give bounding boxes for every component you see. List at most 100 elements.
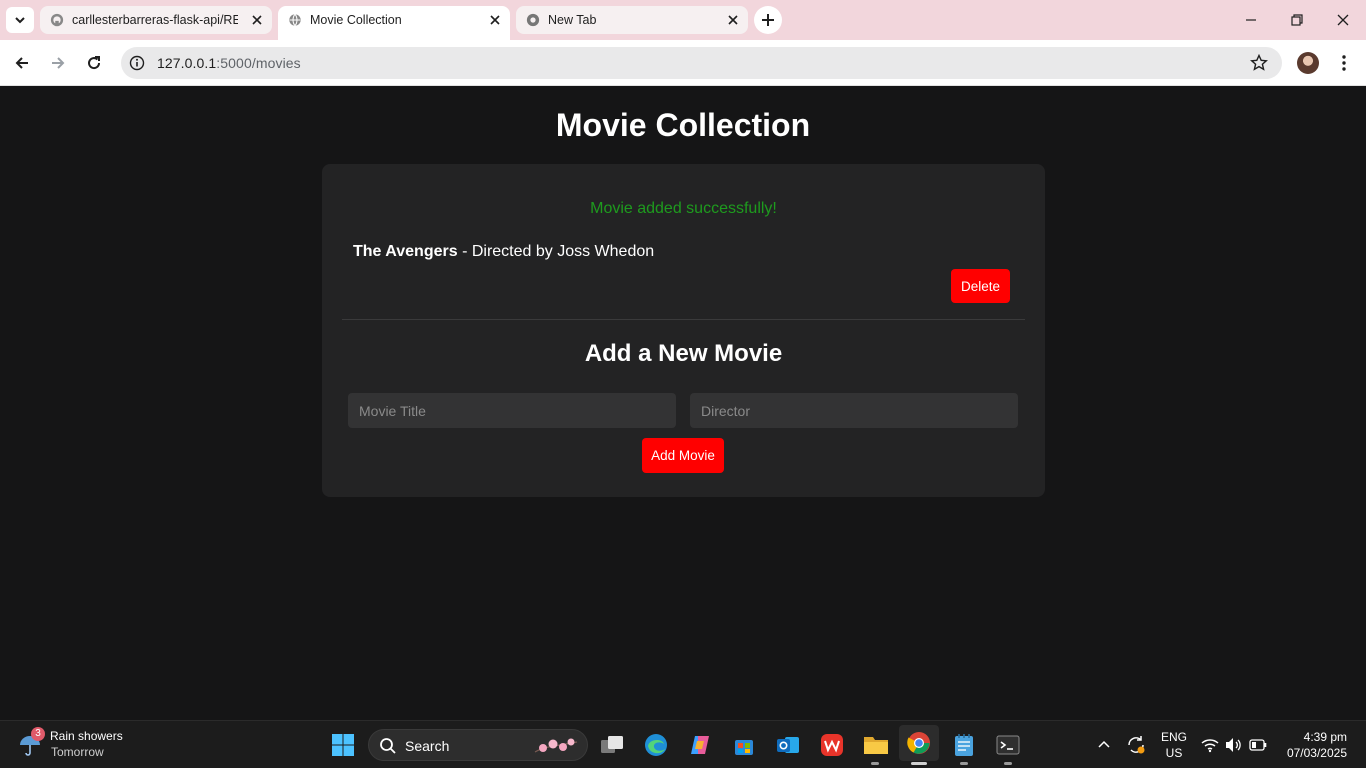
clock-time: 4:39 pm — [1303, 730, 1347, 744]
browser-menu-button[interactable] — [1334, 53, 1354, 73]
wifi-icon — [1201, 739, 1219, 753]
notepad-button[interactable] — [950, 731, 978, 759]
active-indicator — [911, 762, 927, 765]
tab-github-readme[interactable]: carllesterbarreras-flask-api/README — [40, 6, 272, 34]
movie-list-item: The Avengers - Directed by Joss Whedon — [353, 243, 654, 261]
browser-tab-strip: carllesterbarreras-flask-api/README Movi… — [0, 0, 1366, 40]
movie-title-input[interactable] — [348, 393, 676, 428]
director-input[interactable] — [690, 393, 1018, 428]
forward-button[interactable] — [44, 49, 72, 77]
tab-title: New Tab — [548, 13, 597, 27]
close-icon[interactable] — [726, 13, 740, 27]
add-movie-heading: Add a New Movie — [584, 340, 783, 367]
new-tab-button[interactable] — [754, 6, 782, 34]
taskbar-clock[interactable]: 4:39 pm 07/03/2025 — [1287, 729, 1347, 761]
close-icon[interactable] — [250, 13, 264, 27]
battery-icon — [1249, 739, 1267, 751]
windows-icon — [332, 734, 354, 756]
language-indicator[interactable]: ENG US — [1158, 730, 1190, 760]
arrow-left-icon — [15, 57, 28, 69]
github-icon — [50, 13, 64, 27]
show-hidden-icons-button[interactable] — [1090, 731, 1118, 759]
url-text[interactable]: 127.0.0.1:5000/movies — [157, 55, 301, 71]
minimize-button[interactable] — [1228, 0, 1274, 40]
globe-icon — [289, 13, 301, 27]
divider — [342, 319, 1025, 320]
copilot-icon — [691, 736, 709, 754]
plus-icon — [762, 14, 774, 26]
page-title: Movie Collection — [555, 107, 811, 143]
terminal-icon — [996, 735, 1020, 755]
chevron-down-icon — [15, 17, 25, 24]
profile-avatar[interactable] — [1297, 52, 1319, 74]
reload-button[interactable] — [80, 49, 108, 77]
restore-button[interactable] — [1274, 0, 1320, 40]
quick-settings-button[interactable] — [1200, 731, 1268, 759]
tab-search-button[interactable] — [6, 7, 34, 33]
running-indicator — [1004, 762, 1012, 765]
close-icon[interactable] — [488, 13, 502, 27]
weather-alert-badge: 3 — [31, 727, 45, 741]
chrome-taskbar-button[interactable] — [899, 725, 939, 761]
task-view-icon — [601, 736, 623, 753]
tab-title: Movie Collection — [310, 13, 402, 27]
edge-button[interactable] — [642, 731, 670, 759]
url-host: 127.0.0.1 — [157, 55, 217, 71]
movie-title: The Avengers — [353, 243, 458, 260]
wps-office-button[interactable] — [818, 731, 846, 759]
more-vertical-icon — [1342, 55, 1346, 71]
weather-subtitle: Tomorrow — [51, 745, 104, 759]
taskbar-search[interactable]: Search — [368, 729, 588, 761]
clock-date: 07/03/2025 — [1286, 746, 1347, 760]
outlook-button[interactable] — [774, 731, 802, 759]
terminal-button[interactable] — [994, 731, 1022, 759]
arrow-right-icon — [52, 57, 65, 69]
movie-director: - Directed by Joss Whedon — [457, 243, 655, 260]
start-button[interactable] — [329, 731, 357, 759]
keyboard-layout: US — [1165, 746, 1183, 760]
tab-movie-collection[interactable]: Movie Collection — [278, 6, 510, 40]
back-button[interactable] — [8, 49, 36, 77]
search-icon — [380, 738, 396, 754]
chevron-up-icon — [1098, 740, 1110, 748]
file-explorer-button[interactable] — [862, 731, 890, 759]
chrome-icon — [526, 13, 540, 27]
copilot-button[interactable] — [686, 731, 714, 759]
running-indicator — [871, 762, 879, 765]
weather-title: Rain showers — [50, 729, 123, 743]
browser-toolbar: 127.0.0.1:5000/movies — [0, 40, 1366, 86]
task-view-button[interactable] — [598, 731, 626, 759]
search-label: Search — [405, 738, 450, 754]
store-icon — [735, 740, 753, 755]
address-bar[interactable]: 127.0.0.1:5000/movies — [121, 47, 1282, 79]
folder-icon — [864, 737, 888, 754]
url-path: :5000/movies — [216, 55, 301, 71]
restore-icon — [1291, 14, 1303, 26]
running-indicator — [960, 762, 968, 765]
page-content: Movie Collection Movie added successfull… — [0, 87, 1366, 720]
edge-icon — [645, 734, 667, 756]
notepad-icon — [955, 734, 973, 756]
site-info-icon[interactable] — [129, 55, 145, 71]
wps-office-icon — [821, 734, 843, 756]
close-window-button[interactable] — [1320, 0, 1366, 40]
movie-card: Movie added successfully! The Avengers -… — [322, 164, 1045, 497]
volume-icon — [1226, 738, 1241, 752]
sync-icon — [1128, 736, 1145, 754]
reload-icon — [88, 56, 101, 70]
minimize-icon — [1246, 19, 1256, 21]
taskbar: 3 Rain showers Tomorrow Search ENG US 4:… — [0, 720, 1366, 768]
chrome-icon — [907, 732, 930, 754]
bookmark-star-icon[interactable] — [1250, 54, 1268, 72]
tab-new-tab[interactable]: New Tab — [516, 6, 748, 34]
close-icon — [1337, 14, 1349, 26]
flash-message: Movie added successfully! — [590, 200, 777, 217]
delete-button[interactable]: Delete — [951, 269, 1010, 303]
tab-title: carllesterbarreras-flask-api/README — [72, 13, 238, 27]
cherry-blossom-icon — [534, 738, 578, 753]
outlook-icon — [777, 737, 799, 753]
sync-status-button[interactable] — [1122, 731, 1150, 759]
language-code: ENG — [1160, 730, 1187, 744]
store-button[interactable] — [730, 731, 758, 759]
add-movie-button[interactable]: Add Movie — [642, 438, 724, 473]
